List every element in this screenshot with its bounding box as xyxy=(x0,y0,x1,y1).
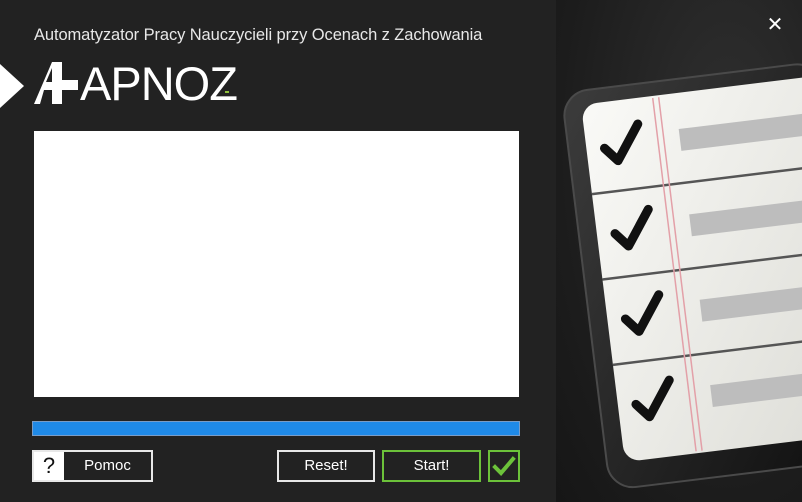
checkmark-icon xyxy=(492,456,516,476)
main-panel: Automatyzator Pracy Nauczycieli przy Oce… xyxy=(0,0,556,502)
app-window: Automatyzator Pracy Nauczycieli przy Oce… xyxy=(0,0,802,502)
start-button[interactable]: Start! xyxy=(382,450,481,482)
logo-wordmark: APNOZ xyxy=(80,57,238,110)
progress-fill xyxy=(33,422,519,435)
confirm-button[interactable] xyxy=(488,450,520,482)
logo-accent-dot xyxy=(225,91,229,93)
logo-arrow-icon xyxy=(0,64,24,108)
output-textarea[interactable] xyxy=(34,131,519,397)
checklist-illustration xyxy=(563,63,802,489)
reset-button[interactable]: Reset! xyxy=(277,450,375,482)
progress-bar xyxy=(32,421,520,436)
help-button[interactable]: ? Pomoc xyxy=(32,450,153,482)
logo-a-icon xyxy=(34,62,78,104)
illustration-panel xyxy=(556,0,802,502)
close-button[interactable]: ✕ xyxy=(764,14,786,36)
help-button-label: Pomoc xyxy=(84,457,131,474)
question-mark-icon: ? xyxy=(34,452,64,480)
window-title: Automatyzator Pracy Nauczycieli przy Oce… xyxy=(34,26,483,44)
